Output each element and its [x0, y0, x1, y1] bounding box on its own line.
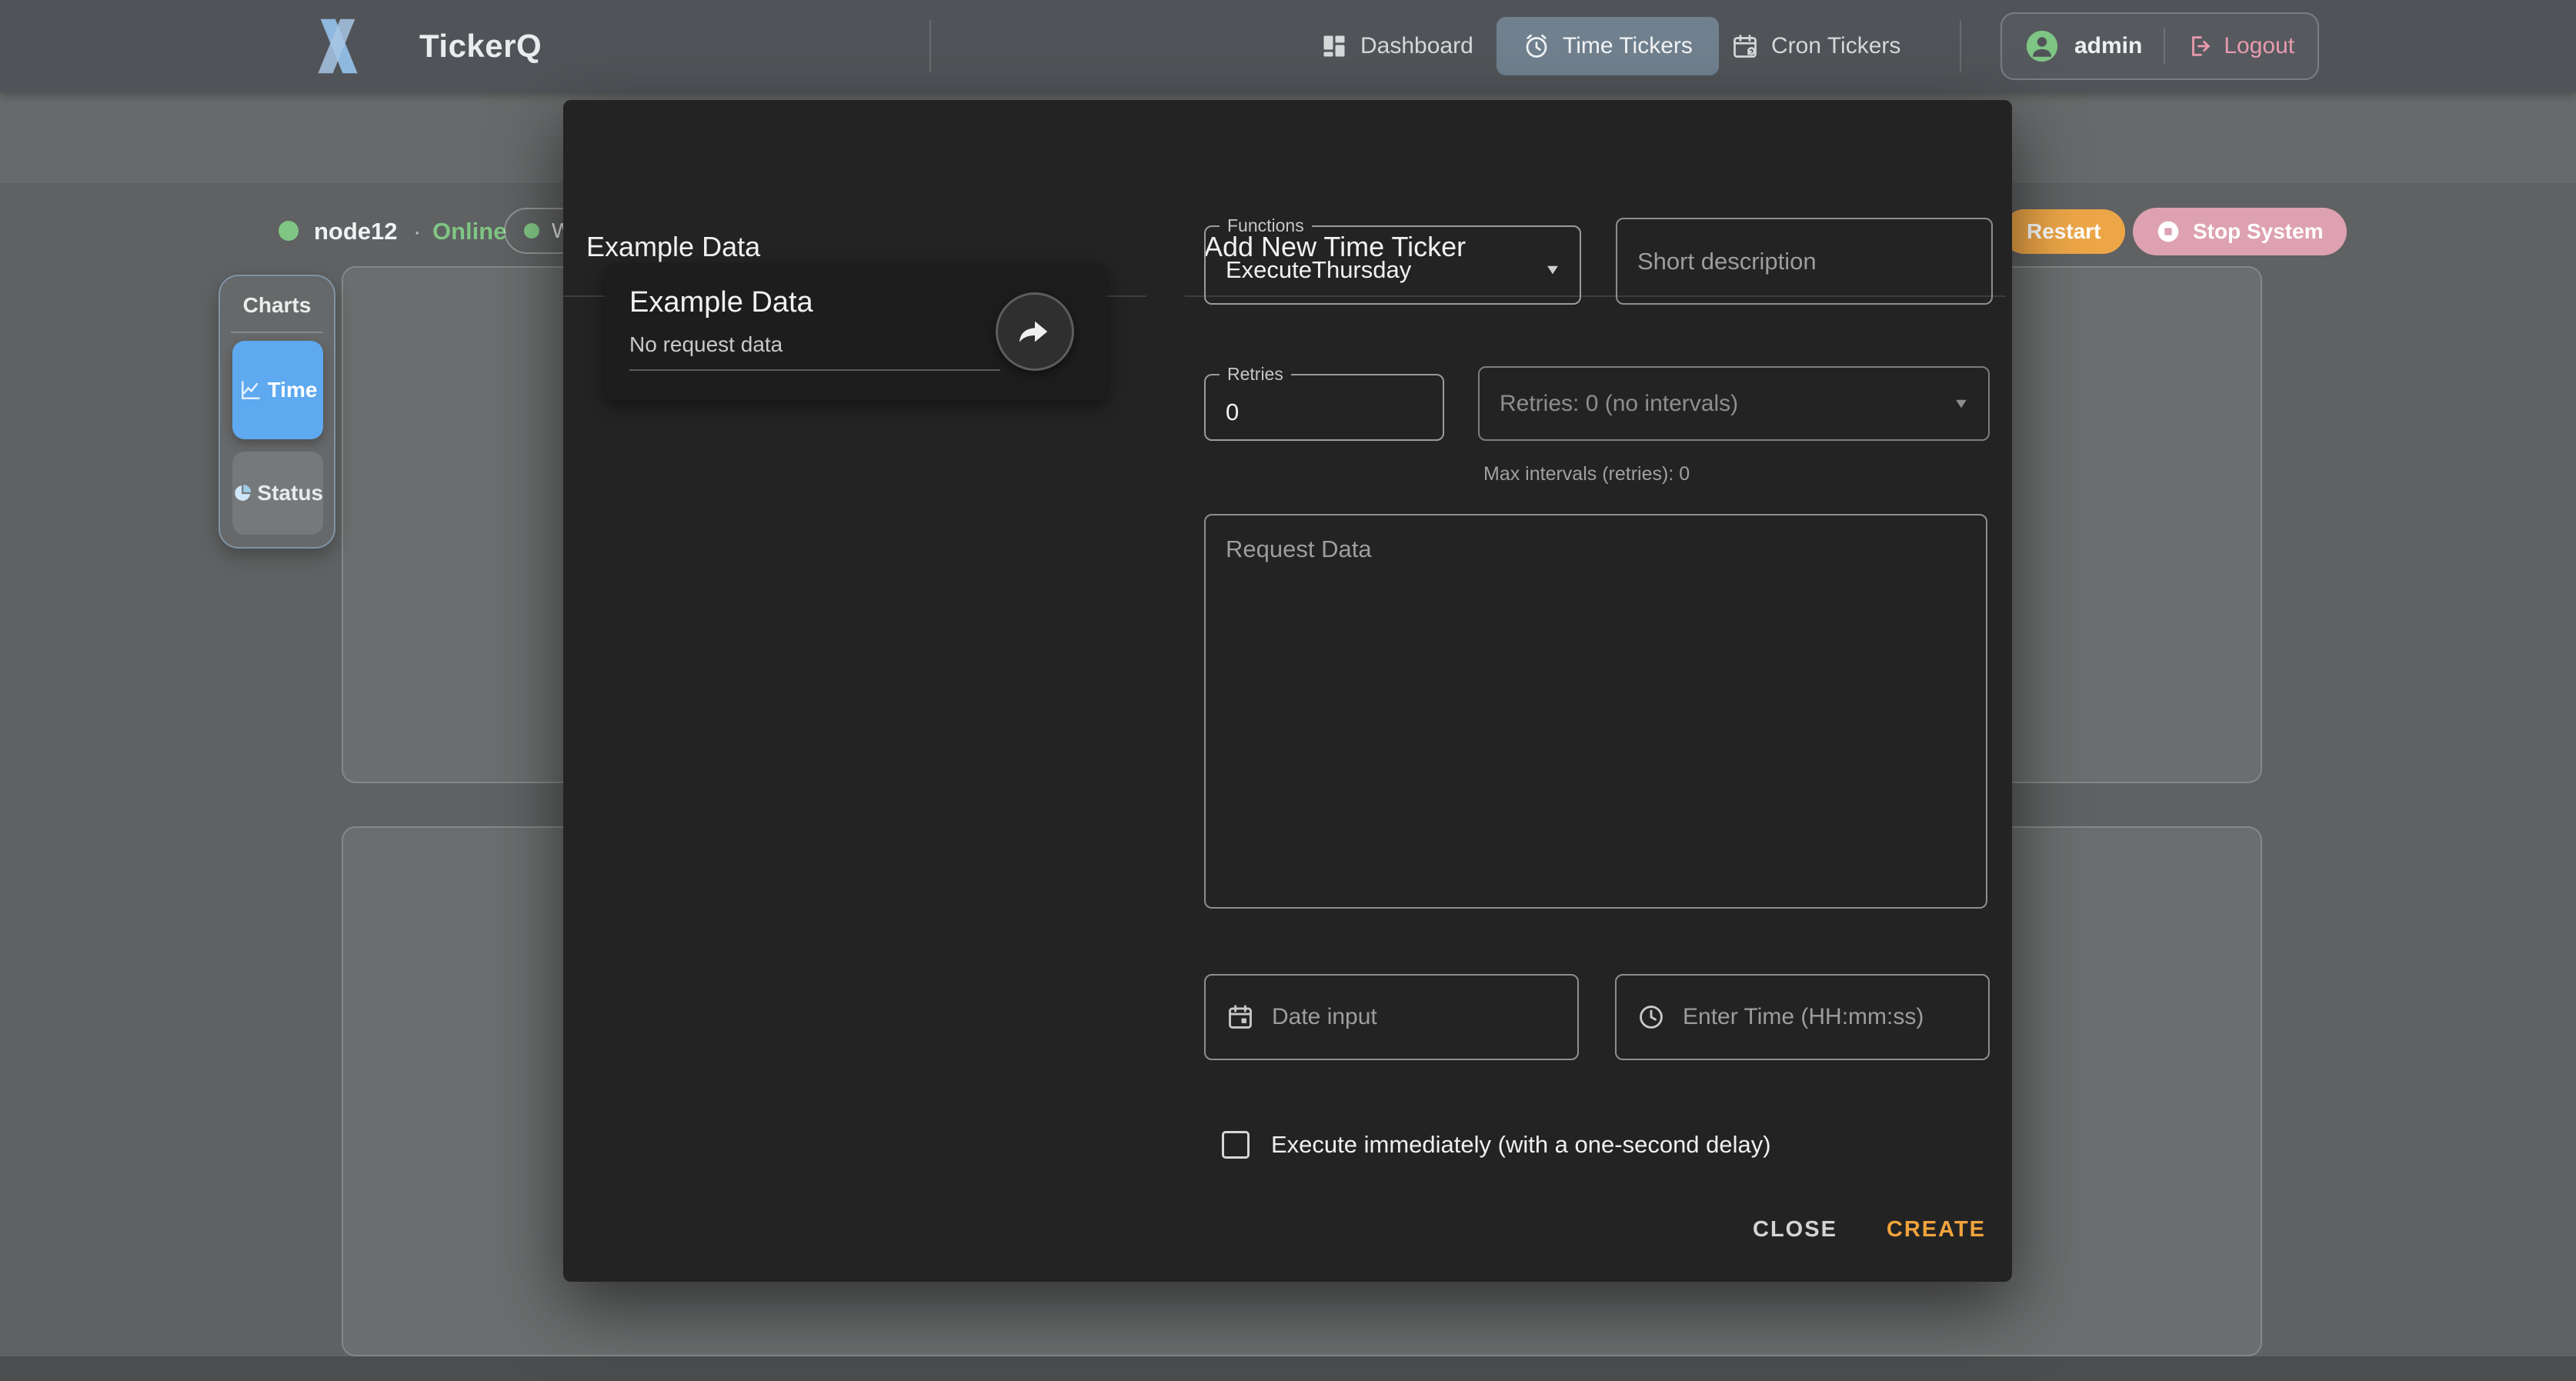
share-arrow-icon [1017, 314, 1053, 349]
retries-label: Retries [1220, 364, 1291, 385]
chart-status-label: Status [257, 481, 323, 505]
calendar-refresh-icon [1731, 32, 1759, 60]
example-data-card-underline [629, 369, 1000, 371]
example-data-card-subtitle: No request data [629, 332, 782, 357]
clock-icon [1637, 1002, 1666, 1032]
time-input[interactable]: Enter Time (HH:mm:ss) [1615, 974, 1990, 1060]
user-name: admin [2074, 33, 2142, 59]
nav-item-cron-tickers[interactable]: Cron Tickers [1731, 0, 1900, 92]
restart-label: Restart [2027, 219, 2101, 244]
user-avatar-icon [2025, 29, 2059, 63]
footer-strip [0, 1356, 2576, 1381]
user-pill-divider [2164, 28, 2165, 65]
line-chart-icon [239, 378, 263, 402]
brand-title: TickerQ [419, 0, 542, 92]
request-data-textarea[interactable] [1204, 514, 1987, 909]
user-pill: admin Logout [2000, 12, 2319, 80]
navbar: TickerQ Dashboard Time Tickers Cron Tick… [0, 0, 2576, 92]
nav-item-time-tickers[interactable]: Time Tickers [1497, 17, 1719, 75]
restart-button[interactable]: Restart [2002, 209, 2125, 254]
retry-intervals-placeholder: Retries: 0 (no intervals) [1500, 391, 1738, 417]
logout-label: Logout [2224, 33, 2294, 59]
pie-chart-icon [232, 481, 252, 505]
charts-panel-divider [231, 332, 323, 333]
chart-time-label: Time [268, 378, 318, 402]
short-description-input[interactable] [1616, 218, 1993, 305]
nav-item-label: Cron Tickers [1771, 33, 1900, 59]
retry-intervals-select[interactable]: Retries: 0 (no intervals) ▼ [1478, 366, 1990, 441]
example-data-card-title: Example Data [629, 286, 813, 319]
functions-value: ExecuteThursday [1226, 256, 1411, 284]
charts-panel: Charts Time Status [219, 275, 335, 549]
retries-field[interactable]: Retries 0 [1204, 364, 1444, 441]
navbar-divider [929, 20, 931, 72]
apply-example-button[interactable] [996, 292, 1074, 371]
stop-circle-icon [2156, 219, 2181, 244]
create-button[interactable]: CREATE [1887, 1217, 1986, 1243]
charts-panel-title: Charts [220, 293, 334, 318]
modal-actions: CLOSE CREATE [1753, 1217, 1986, 1243]
example-data-panel-title: Example Data [586, 231, 760, 263]
calendar-icon [1226, 1002, 1255, 1032]
chevron-down-icon: ▼ [1952, 395, 1970, 412]
functions-select[interactable]: Functions ExecuteThursday ▼ [1204, 215, 1581, 305]
max-intervals-hint: Max intervals (retries): 0 [1483, 463, 1690, 485]
dashboard-grid-icon [1320, 32, 1348, 60]
node-online-dot [279, 221, 299, 241]
stop-system-label: Stop System [2193, 219, 2324, 244]
logout-button[interactable]: Logout [2187, 33, 2294, 59]
nav-item-label: Dashboard [1360, 33, 1473, 59]
checkbox-icon[interactable] [1222, 1131, 1250, 1159]
tickerq-logo-icon [302, 15, 373, 77]
websocket-dot [524, 223, 539, 239]
logout-icon [2187, 33, 2213, 59]
date-input[interactable]: Date input [1204, 974, 1579, 1060]
chart-status-button[interactable]: Status [232, 452, 323, 535]
stop-system-button[interactable]: Stop System [2133, 208, 2347, 255]
chart-time-button[interactable]: Time [232, 341, 323, 439]
navbar-divider [1960, 20, 1961, 72]
time-placeholder: Enter Time (HH:mm:ss) [1683, 1004, 1924, 1030]
date-placeholder: Date input [1272, 1004, 1377, 1030]
alarm-clock-icon [1523, 32, 1550, 60]
close-button[interactable]: CLOSE [1753, 1217, 1837, 1243]
add-time-ticker-modal: Example Data Example Data No request dat… [563, 100, 2012, 1282]
node-status: Online [432, 218, 506, 245]
nav-item-dashboard[interactable]: Dashboard [1320, 0, 1473, 92]
node-name: node12 [314, 218, 398, 245]
node-separator: · [413, 218, 421, 245]
functions-label: Functions [1220, 215, 1312, 236]
example-data-card[interactable]: Example Data No request data [605, 263, 1106, 400]
execute-immediately-label: Execute immediately (with a one-second d… [1271, 1131, 1771, 1159]
retries-value: 0 [1226, 399, 1239, 426]
chevron-down-icon: ▼ [1543, 262, 1561, 278]
nav-item-label: Time Tickers [1563, 33, 1693, 59]
execute-immediately-checkbox-row[interactable]: Execute immediately (with a one-second d… [1222, 1131, 1771, 1159]
